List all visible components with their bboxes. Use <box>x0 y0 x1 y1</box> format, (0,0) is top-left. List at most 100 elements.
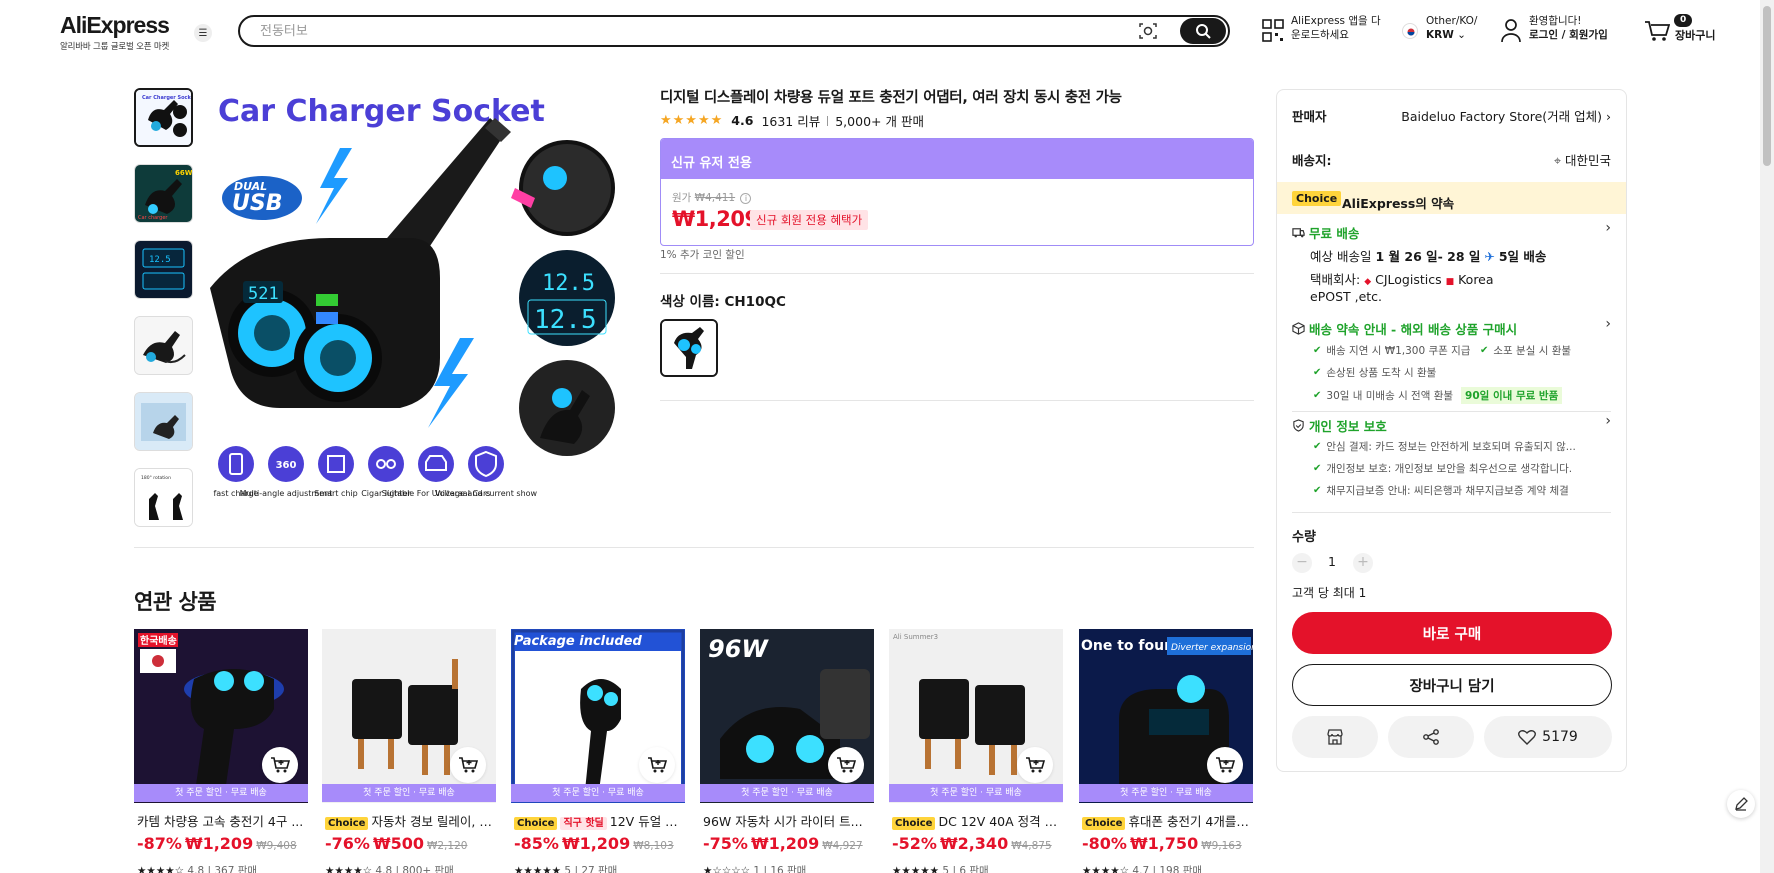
store-button[interactable] <box>1292 716 1378 758</box>
region-currency-selector[interactable]: Other/KO/ KRW ⌄ <box>1426 14 1477 42</box>
qr-code-icon[interactable] <box>1262 19 1284 43</box>
main-product-image[interactable]: Car Charger Socket DUAL USB 521 12.5 12.… <box>210 88 634 512</box>
search-input[interactable] <box>260 17 1060 45</box>
free-shipping-title[interactable]: 무료 배송 <box>1292 223 1359 242</box>
review-count-link[interactable]: 1631 리뷰 <box>761 111 820 130</box>
logo[interactable]: AliExpress 알리바바 그룹 글로벌 오픈 마켓 <box>60 12 170 52</box>
thumbnail-1[interactable]: Car Charger Socket <box>134 88 193 147</box>
page-scrollbar[interactable] <box>1760 0 1774 873</box>
card-meta: ★★★★★ 5 | 27 판매 <box>514 863 617 873</box>
card-title: Choice DC 12V 40A 정격 전... <box>892 811 1062 830</box>
promo-strip: 첫 주문 할인 · 무료 배송 <box>322 784 496 802</box>
choice-tag: Choice <box>325 817 369 830</box>
seller-row[interactable]: 판매자 Baideluo Factory Store(거래 업체) › <box>1292 106 1611 125</box>
chevron-right-icon[interactable]: › <box>1605 316 1611 332</box>
card-stars: ★★★★★ <box>514 865 562 873</box>
direct-deal-tag: 직구 핫딜 <box>560 817 607 830</box>
wishlist-button[interactable]: 5179 <box>1484 716 1612 758</box>
related-products-title: 연관 상품 <box>134 590 217 614</box>
card-name: 96W 자동차 시가 라이터 트... <box>703 814 863 829</box>
quantity-value[interactable]: 1 <box>1328 554 1336 569</box>
add-to-cart-icon[interactable] <box>450 747 486 783</box>
card-image-text: 96W <box>708 635 769 663</box>
card-price: -75% ₩1,209 ₩4,927 <box>703 834 863 853</box>
add-to-cart-icon[interactable] <box>1207 747 1243 783</box>
cart-count-badge: 0 <box>1674 14 1693 27</box>
svg-text:Diverter expansion: Diverter expansion <box>1171 643 1253 653</box>
app-download-link[interactable]: AliExpress 앱을 다 운로드하세요 <box>1291 14 1381 42</box>
login-signup-link[interactable]: 환영합니다! 로그인 / 회원가입 <box>1529 14 1608 42</box>
delivery-promise-guide[interactable]: 배송 약속 안내 - 해외 배송 상품 구매시 <box>1292 319 1517 338</box>
user-icon[interactable] <box>1500 18 1522 44</box>
thumbnail-6[interactable]: 180° rotation <box>134 468 193 527</box>
choice-tag: Choice <box>514 817 558 830</box>
location-pin-icon: ⌖ <box>1553 153 1561 168</box>
cart-icon[interactable] <box>1644 20 1670 42</box>
quantity-increase-button[interactable]: + <box>1353 553 1373 573</box>
card-meta: ★★★★★ 5 | 6 판매 <box>892 863 989 873</box>
menu-icon[interactable]: ☰ <box>194 24 212 42</box>
site-header: AliExpress 알리바바 그룹 글로벌 오픈 마켓 ☰ AliExpres… <box>0 0 1774 62</box>
color-swatch-ch10qc[interactable] <box>660 319 718 377</box>
cart-label[interactable]: 장바구니 <box>1675 29 1715 43</box>
product-card[interactable]: One to four Diverter expansion 첫 주문 할인 · … <box>1079 629 1253 873</box>
check-icon: ✔ <box>1313 463 1322 474</box>
privacy-title[interactable]: 개인 정보 보호 <box>1292 416 1387 435</box>
product-title: 디지털 디스플레이 차량용 듀얼 포트 충전기 어댑터, 여러 장치 동시 충전… <box>660 90 1122 106</box>
check-icon: ✔ <box>1313 390 1322 401</box>
add-to-cart-icon[interactable] <box>262 747 298 783</box>
heart-icon <box>1518 730 1537 745</box>
card-rating: 1 <box>753 865 761 873</box>
add-to-cart-icon[interactable] <box>1017 747 1053 783</box>
card-sale-price: ₩1,209 <box>184 834 254 853</box>
choice-tag: Choice <box>892 817 936 830</box>
add-to-cart-button[interactable]: 장바구니 담기 <box>1292 664 1612 706</box>
product-card[interactable]: Ali Summer3 첫 주문 할인 · 무료 배송 Choice DC 12V… <box>889 629 1063 873</box>
free-shipping-text: 무료 배송 <box>1309 226 1360 241</box>
carrier-info-cont: ePOST ,etc. <box>1310 289 1383 304</box>
quantity-decrease-button[interactable]: − <box>1292 553 1312 573</box>
card-price: -87% ₩1,209 ₩9,408 <box>137 834 297 853</box>
scrollbar-thumb[interactable] <box>1763 6 1771 166</box>
ship-to-row[interactable]: 배송지: ⌖ 대한민국 <box>1292 150 1611 169</box>
quantity-label: 수량 <box>1292 530 1316 545</box>
add-to-cart-icon[interactable] <box>639 747 675 783</box>
share-icon <box>1423 729 1439 745</box>
share-button[interactable] <box>1388 716 1474 758</box>
card-rating: 4.8 <box>375 865 393 873</box>
card-sold: 27 판매 <box>581 865 618 873</box>
card-image-text: 한국배송 <box>140 634 177 647</box>
search-button[interactable] <box>1180 18 1226 44</box>
card-title: 96W 자동차 시가 라이터 트... <box>703 811 873 830</box>
edit-icon[interactable] <box>1727 790 1755 818</box>
card-rating: 5 <box>564 865 572 873</box>
card-discount: -80% <box>1082 834 1127 853</box>
thumbnail-3[interactable]: 12.5 <box>134 240 193 299</box>
product-card[interactable]: 96W 첫 주문 할인 · 무료 배송 96W 자동차 시가 라이터 트... … <box>700 629 874 873</box>
product-card[interactable]: 한국배송 첫 주문 할인 · 무료 배송 카템 차량용 고속 충전기 4구 ..… <box>134 629 308 873</box>
card-meta: ★★★★☆ 4.8 | 800+ 판매 <box>325 863 454 873</box>
product-card[interactable]: Package included 첫 주문 할인 · 무료 배송 Choice 직… <box>511 629 685 873</box>
buy-now-button[interactable]: 바로 구매 <box>1292 612 1612 654</box>
privacy-item-text: 개인정보 보호: 개인정보 보안을 최우선으로 생각합니다. <box>1326 463 1573 475</box>
chevron-right-icon[interactable]: › <box>1605 220 1611 236</box>
thumbnail-5[interactable] <box>134 392 193 451</box>
thumbnail-4[interactable] <box>134 316 193 375</box>
chevron-right-icon[interactable]: › <box>1605 413 1611 429</box>
sale-price: ₩1,209 <box>672 207 759 231</box>
image-search-icon[interactable] <box>1138 22 1158 40</box>
svg-text:Car Charger Socket: Car Charger Socket <box>142 95 193 101</box>
currency: KRW <box>1426 29 1454 41</box>
add-to-cart-icon[interactable] <box>828 747 864 783</box>
delivery-prefix: 예상 배송일 <box>1310 249 1372 264</box>
privacy-title-text: 개인 정보 보호 <box>1309 419 1387 434</box>
info-icon[interactable]: i <box>740 193 752 204</box>
guide-item: ✔ 배송 지연 시 ₩1,300 쿠폰 지급 <box>1313 343 1470 358</box>
product-card[interactable]: 첫 주문 할인 · 무료 배송 Choice 자동차 경보 릴레이, D... -… <box>322 629 496 873</box>
thumbnail-2[interactable]: 66W Car charger <box>134 164 193 223</box>
card-sold: 6 판매 <box>959 865 989 873</box>
divider <box>134 547 1254 548</box>
delivery-estimate: 예상 배송일 1 월 26 일- 28 일 ✈ 5일 배송 <box>1310 246 1546 265</box>
svg-text:12.5: 12.5 <box>149 255 171 265</box>
privacy-item: ✔ 안심 결제: 카드 정보는 안전하게 보호되며 유출되지 않... <box>1313 439 1576 454</box>
